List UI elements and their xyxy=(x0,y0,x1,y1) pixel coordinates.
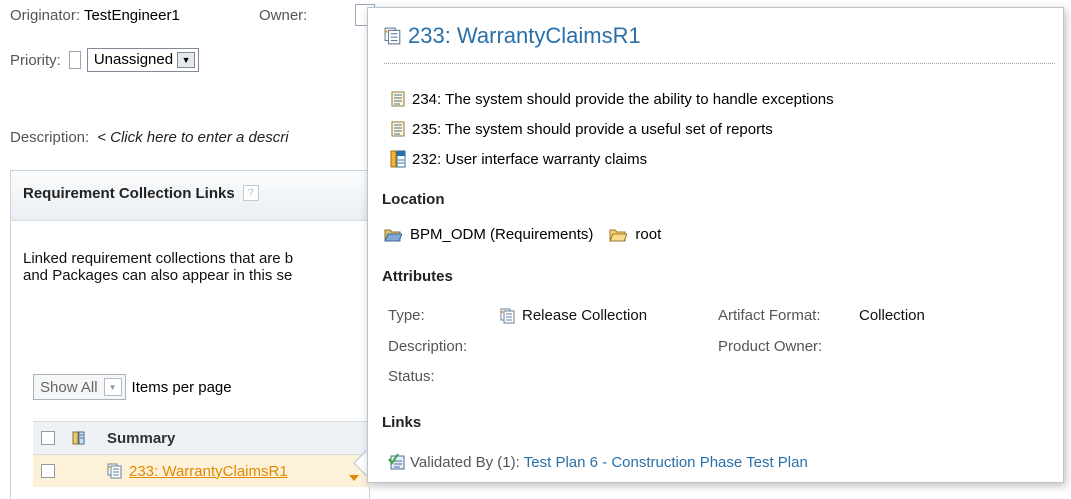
description-label: Description: xyxy=(10,129,90,146)
status-label: Status: xyxy=(388,368,435,385)
paging-row: Show All ▼ Items per page xyxy=(33,374,232,400)
show-all-value: Show All xyxy=(40,379,98,396)
description-placeholder[interactable]: < Click here to enter a descri xyxy=(97,129,288,146)
type-label: Type: xyxy=(388,307,425,324)
items-per-page-label: Items per page xyxy=(131,378,232,396)
priority-label: Priority: xyxy=(10,51,61,69)
table-header: Summary xyxy=(33,421,371,455)
originator-value: TestEngineer1 xyxy=(83,7,180,24)
divider xyxy=(384,63,1055,64)
requirement-list: 234: The system should provide the abili… xyxy=(390,84,834,174)
chevron-down-icon[interactable]: ▼ xyxy=(103,378,122,396)
hover-caret-icon xyxy=(349,475,359,481)
collection-column-icon xyxy=(71,430,87,446)
originator-label: Originator: xyxy=(10,7,81,24)
list-item[interactable]: 232: User interface warranty claims xyxy=(390,144,834,174)
card-title-text[interactable]: 233: WarrantyClaimsR1 xyxy=(408,23,641,49)
list-item[interactable]: 234: The system should provide the abili… xyxy=(390,84,834,114)
validated-by-icon xyxy=(388,453,406,471)
collection-link[interactable]: 233: WarrantyClaimsR1 xyxy=(129,463,288,480)
requirement-icon xyxy=(390,121,406,137)
list-item[interactable]: 235: The system should provide a useful … xyxy=(390,114,834,144)
description-row: Description: < Click here to enter a desc… xyxy=(10,129,289,146)
location-row: BPM_ODM (Requirements) root xyxy=(384,226,661,243)
location-heading: Location xyxy=(382,191,445,208)
product-owner-label: Product Owner: xyxy=(718,338,823,355)
location-folder[interactable]: root xyxy=(635,226,661,243)
show-all-select[interactable]: Show All ▼ xyxy=(33,374,126,400)
panel-header: Requirement Collection Links ? xyxy=(11,171,369,221)
release-collection-icon xyxy=(500,308,516,324)
requirement-collection-links-panel: Requirement Collection Links ? Linked re… xyxy=(10,170,373,499)
links-heading: Links xyxy=(382,414,422,431)
description-label: Description: xyxy=(388,338,468,355)
requirement-label: 232: User interface warranty claims xyxy=(412,150,648,168)
priority-select[interactable]: Unassigned ▼ xyxy=(86,48,200,72)
owner-label: Owner: xyxy=(259,7,308,24)
open-folder-icon xyxy=(384,228,402,242)
attributes-heading: Attributes xyxy=(382,268,453,285)
ui-sketch-icon xyxy=(390,150,406,168)
release-collection-icon xyxy=(384,27,402,45)
requirement-label: 234: The system should provide the abili… xyxy=(412,90,834,108)
help-icon[interactable]: ? xyxy=(242,185,259,201)
requirement-label: 235: The system should provide a useful … xyxy=(412,120,773,138)
priority-value: Unassigned xyxy=(93,51,174,68)
type-value: Release Collection xyxy=(500,307,647,324)
panel-text-line: and Packages can also appear in this se xyxy=(23,267,293,284)
priority-row: Priority: Unassigned ▼ xyxy=(10,48,200,72)
chevron-down-icon[interactable]: ▼ xyxy=(177,52,196,68)
test-plan-link[interactable]: Test Plan 6 - Construction Phase Test Pl… xyxy=(524,454,808,471)
priority-icon xyxy=(68,51,81,69)
requirement-icon xyxy=(390,91,406,107)
panel-description: Linked requirement collections that are … xyxy=(23,250,373,284)
hover-card: 233: WarrantyClaimsR1 234: The system sh… xyxy=(367,7,1064,483)
validated-by-label: Validated By (1): xyxy=(410,453,520,471)
artifact-format-value: Collection xyxy=(859,307,925,324)
panel-text-line: Linked requirement collections that are … xyxy=(23,250,294,267)
summary-column-header[interactable]: Summary xyxy=(107,430,175,447)
table-row[interactable]: 233: WarrantyClaimsR1 xyxy=(33,455,371,487)
location-project[interactable]: BPM_ODM (Requirements) xyxy=(410,226,593,243)
panel-title: Requirement Collection Links xyxy=(23,185,235,202)
select-all-checkbox[interactable] xyxy=(41,431,55,445)
folder-icon xyxy=(609,228,628,242)
artifact-format-label: Artifact Format: xyxy=(718,307,821,324)
row-checkbox[interactable] xyxy=(41,464,55,478)
originator-row: Originator: TestEngineer1 xyxy=(10,7,180,24)
card-title: 233: WarrantyClaimsR1 xyxy=(384,23,641,49)
validated-by-row: Validated By (1): Test Plan 6 - Construc… xyxy=(388,453,808,471)
type-value-text: Release Collection xyxy=(522,307,648,324)
release-collection-icon xyxy=(107,463,123,479)
